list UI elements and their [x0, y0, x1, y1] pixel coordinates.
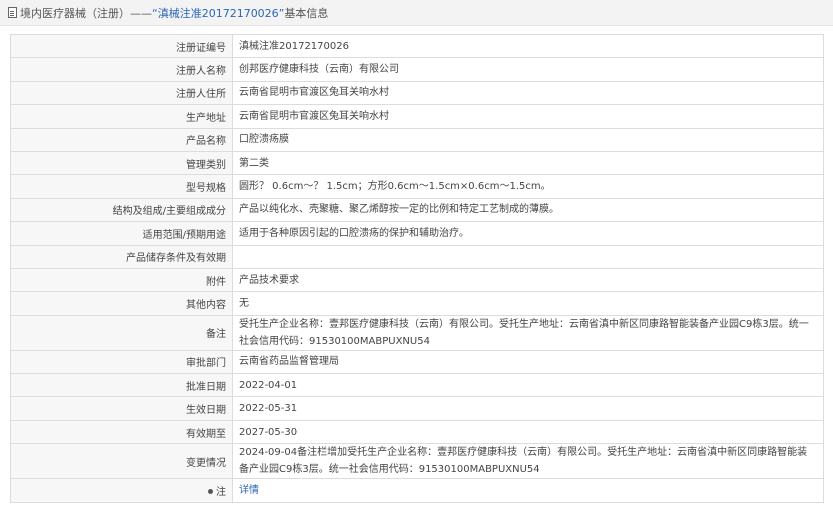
row-storage-validity: 产品储存条件及有效期	[10, 244, 824, 269]
label-other-content: 其他内容	[10, 291, 233, 316]
row-registrant-name: 注册人名称 创邦医疗健康科技（云南）有限公司	[10, 57, 824, 82]
bullet-icon	[208, 489, 213, 495]
label-product-name: 产品名称	[10, 127, 233, 152]
label-expiry-date: 有效期至	[10, 419, 233, 445]
row-registrant-address: 注册人住所 云南省昆明市官渡区兔耳关响水村	[10, 80, 824, 106]
value-change-history: 2024-09-04备注栏增加受托生产企业名称：壹邦医疗健康科技（云南）有限公司…	[232, 443, 824, 480]
label-effective-date: 生效日期	[10, 396, 233, 421]
value-expiry-date: 2027-05-30	[232, 419, 824, 445]
label-registration-number: 注册证编号	[10, 33, 233, 59]
page-header: 境内医疗器械（注册）—— “滇械注准20172170026” 基本信息	[0, 0, 833, 26]
value-production-address: 云南省昆明市官渡区兔耳关响水村	[232, 104, 824, 129]
label-composition: 结构及组成/主要组成成分	[10, 197, 233, 223]
details-link[interactable]: 详情	[239, 485, 259, 496]
row-approval-date: 批准日期 2022-04-01	[10, 373, 824, 398]
value-product-name: 口腔溃疡膜	[232, 127, 824, 152]
row-composition: 结构及组成/主要组成成分 产品以纯化水、壳聚糖、聚乙烯醇按一定的比例和特定工艺制成…	[10, 197, 824, 223]
label-registrant-name: 注册人名称	[10, 57, 233, 82]
row-production-address: 生产地址 云南省昆明市官渡区兔耳关响水村	[10, 104, 824, 129]
value-registrant-name: 创邦医疗健康科技（云南）有限公司	[232, 57, 824, 82]
value-model-spec: 圆形？ 0.6cm～？ 1.5cm；方形0.6cm～1.5cm×0.6cm～1.…	[232, 174, 824, 199]
header-prefix: 境内医疗器械（注册）——	[20, 6, 152, 20]
label-production-address: 生产地址	[10, 104, 233, 129]
label-management-category: 管理类别	[10, 150, 233, 176]
row-effective-date: 生效日期 2022-05-31	[10, 396, 824, 421]
label-storage-validity: 产品储存条件及有效期	[10, 244, 233, 269]
row-product-name: 产品名称 口腔溃疡膜	[10, 127, 824, 152]
label-remarks: 备注	[10, 314, 233, 351]
value-other-content: 无	[232, 291, 824, 316]
row-note: 注 详情	[10, 478, 824, 503]
row-intended-use: 适用范围/预期用途 适用于各种原因引起的口腔溃疡的保护和辅助治疗。	[10, 221, 824, 246]
value-approval-date: 2022-04-01	[232, 373, 824, 398]
value-approval-department: 云南省药品监督管理局	[232, 349, 824, 375]
value-storage-validity	[232, 244, 824, 269]
row-remarks: 备注 受托生产企业名称：壹邦医疗健康科技（云南）有限公司。受托生产地址：云南省滇中…	[10, 314, 824, 351]
detail-table-wrapper: 注册证编号 滇械注准20172170026 注册人名称 创邦医疗健康科技（云南）有限…	[10, 33, 824, 503]
label-approval-date: 批准日期	[10, 373, 233, 398]
detail-table: 注册证编号 滇械注准20172170026 注册人名称 创邦医疗健康科技（云南）有限…	[10, 33, 824, 503]
row-expiry-date: 有效期至 2027-05-30	[10, 419, 824, 445]
value-registrant-address: 云南省昆明市官渡区兔耳关响水村	[232, 80, 824, 106]
header-suffix: 基本信息	[284, 6, 329, 20]
header-registration-number: “滇械注准20172170026”	[152, 6, 285, 20]
label-model-spec: 型号规格	[10, 174, 233, 199]
row-attachment: 附件 产品技术要求	[10, 267, 824, 293]
document-icon	[8, 7, 17, 18]
label-attachment: 附件	[10, 267, 233, 293]
row-model-spec: 型号规格 圆形？ 0.6cm～？ 1.5cm；方形0.6cm～1.5cm×0.6c…	[10, 174, 824, 199]
value-registration-number: 滇械注准20172170026	[232, 33, 824, 59]
label-registrant-address: 注册人住所	[10, 80, 233, 106]
row-management-category: 管理类别 第二类	[10, 150, 824, 176]
label-change-history: 变更情况	[10, 443, 233, 480]
label-approval-department: 审批部门	[10, 349, 233, 375]
value-composition: 产品以纯化水、壳聚糖、聚乙烯醇按一定的比例和特定工艺制成的薄膜。	[232, 197, 824, 223]
row-change-history: 变更情况 2024-09-04备注栏增加受托生产企业名称：壹邦医疗健康科技（云南）…	[10, 443, 824, 480]
row-registration-number: 注册证编号 滇械注准20172170026	[10, 33, 824, 59]
row-other-content: 其他内容无	[10, 291, 824, 316]
value-effective-date: 2022-05-31	[232, 396, 824, 421]
label-note: 注	[10, 478, 233, 503]
value-attachment: 产品技术要求	[232, 267, 824, 293]
label-intended-use: 适用范围/预期用途	[10, 221, 233, 246]
value-intended-use: 适用于各种原因引起的口腔溃疡的保护和辅助治疗。	[232, 221, 824, 246]
row-approval-department: 审批部门 云南省药品监督管理局	[10, 349, 824, 375]
value-remarks: 受托生产企业名称：壹邦医疗健康科技（云南）有限公司。受托生产地址：云南省滇中新区…	[232, 314, 824, 351]
value-note: 详情	[232, 478, 824, 503]
value-management-category: 第二类	[232, 150, 824, 176]
note-label: 注	[216, 486, 226, 498]
